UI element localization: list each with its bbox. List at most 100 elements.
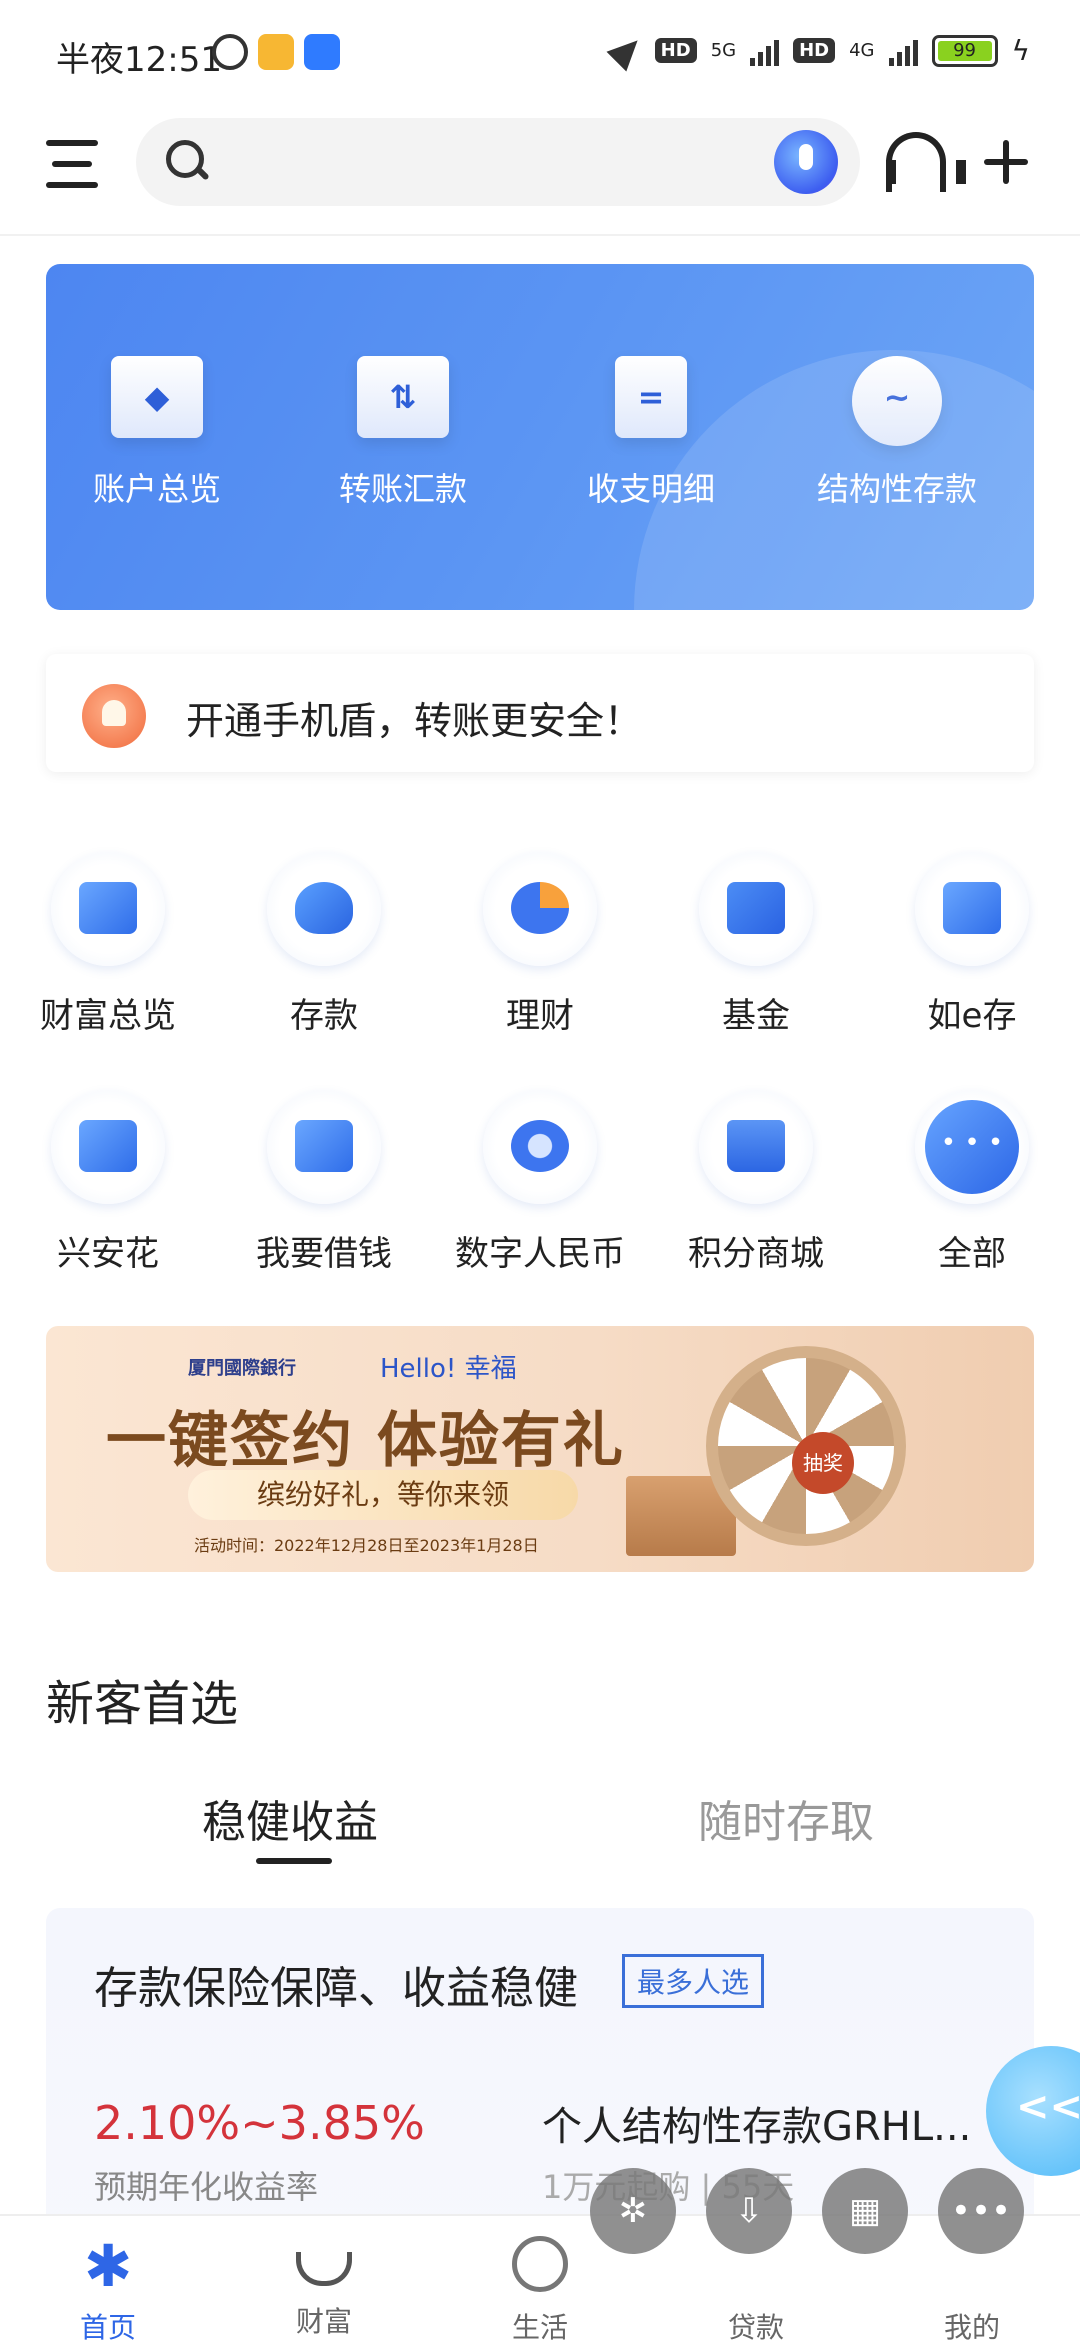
hd-badge-2: HD	[793, 38, 836, 63]
tab-steady-returns[interactable]: 稳健收益	[202, 1786, 378, 1850]
service-wealth-management[interactable]: 理财	[440, 852, 640, 1037]
service-all[interactable]: 全部	[872, 1090, 1072, 1275]
top-header	[0, 110, 1080, 236]
service-digital-rmb[interactable]: 数字人民币	[440, 1090, 640, 1275]
network-type-4g: 4G	[849, 40, 875, 61]
hd-badge: HD	[654, 38, 697, 63]
rate-label: 预期年化收益率	[94, 2168, 319, 2206]
service-label: 积分商城	[688, 1234, 824, 1274]
nav-home[interactable]: 首页	[48, 2232, 168, 2340]
quick-action-label: 结构性存款	[816, 470, 977, 508]
quick-action-label: 转账汇款	[338, 470, 467, 508]
notes-app-icon	[258, 34, 294, 70]
service-deposit[interactable]: 存款	[224, 852, 424, 1037]
location-icon	[606, 29, 648, 72]
notice-text: 开通手机盾，转账更安全！	[186, 699, 643, 743]
wallet-icon: ◆	[111, 356, 203, 438]
document-icon	[51, 1090, 165, 1204]
service-label: 兴安花	[57, 1234, 159, 1274]
product-name: 个人结构性存款GRHL...	[542, 2104, 972, 2150]
promo-date: 活动时间：2022年12月28日至2023年1月28日	[194, 1536, 539, 1555]
service-rue-deposit[interactable]: 如e存	[872, 852, 1072, 1037]
statement-icon: =	[615, 356, 687, 438]
nav-wealth[interactable]: 财富	[264, 2236, 384, 2340]
search-icon	[166, 140, 206, 180]
charging-icon: ϟ	[1011, 34, 1030, 67]
quick-action-structured-deposit[interactable]: ~ 结构性存款	[792, 356, 1002, 510]
promo-title: 一键签约 体验有礼	[106, 1406, 625, 1476]
quick-actions-banner: ◆ 账户总览 ⇅ 转账汇款 = 收支明细 ~ 结构性存款	[46, 264, 1034, 610]
service-wealth-overview[interactable]: 财富总览	[8, 852, 208, 1037]
bank-logo-text: 厦門國際銀行	[188, 1358, 296, 1379]
quick-action-statement[interactable]: = 收支明细	[546, 356, 756, 510]
status-bar: 半夜12:51 HD 5G HD 4G 99 ϟ	[0, 0, 1080, 110]
puzzle-icon	[915, 852, 1029, 966]
product-headline: 存款保险保障、收益稳健	[94, 1963, 578, 2014]
security-notice[interactable]: 开通手机盾，转账更安全！	[46, 654, 1034, 772]
home-icon	[80, 2232, 136, 2300]
add-icon[interactable]	[984, 140, 1028, 184]
promo-banner[interactable]: 厦門國際銀行 Hello! 幸福 一键签约 体验有礼 缤纷好礼，等你来领 活动时…	[46, 1326, 1034, 1572]
search-bar[interactable]	[136, 118, 860, 206]
download-icon[interactable]: ⇩	[706, 2168, 792, 2254]
customer-service-icon[interactable]	[886, 132, 966, 192]
transfer-icon: ⇅	[357, 356, 449, 438]
service-label: 我要借钱	[256, 1234, 392, 1274]
status-system-icons: HD 5G HD 4G 99 ϟ	[606, 29, 1030, 72]
service-xinganhua[interactable]: 兴安花	[8, 1090, 208, 1275]
network-type-5g: 5G	[710, 40, 737, 61]
search-input[interactable]	[226, 138, 766, 186]
more-icon	[915, 1090, 1029, 1204]
lottery-center-label: 抽奖	[792, 1432, 854, 1494]
battery-icon: 99	[931, 34, 998, 67]
nav-label: 财富	[295, 2305, 352, 2338]
nav-label: 生活	[511, 2311, 568, 2340]
quick-action-transfer[interactable]: ⇅ 转账汇款	[298, 356, 508, 510]
section-title: 新客首选	[46, 1676, 239, 1732]
bell-icon	[82, 684, 146, 748]
grid-icon[interactable]: ▦	[822, 2168, 908, 2254]
loan-icon	[267, 1090, 381, 1204]
wave-icon: ~	[852, 356, 942, 446]
quick-action-label: 收支明细	[586, 470, 715, 508]
life-icon	[512, 2236, 568, 2292]
service-borrow[interactable]: 我要借钱	[224, 1090, 424, 1275]
service-label: 财富总览	[40, 996, 176, 1036]
battery-level: 99	[937, 40, 992, 61]
nav-label: 首页	[79, 2311, 136, 2340]
pie-chart-icon	[483, 852, 597, 966]
messenger-app-icon	[304, 34, 340, 70]
digital-rmb-icon	[483, 1090, 597, 1204]
quick-action-account-overview[interactable]: ◆ 账户总览	[52, 356, 262, 510]
service-label: 基金	[722, 996, 790, 1036]
status-notification-icons	[212, 34, 340, 70]
menu-button[interactable]	[46, 138, 98, 190]
ingot-icon	[296, 2252, 352, 2286]
service-fund[interactable]: 基金	[656, 852, 856, 1037]
expected-rate: 2.10%~3.85%	[94, 2096, 425, 2150]
signal-icon	[750, 36, 780, 66]
sparkle-icon[interactable]: ✲	[590, 2168, 676, 2254]
voice-assistant-icon[interactable]	[774, 130, 838, 194]
quick-action-label: 账户总览	[92, 470, 221, 508]
fund-chart-icon	[699, 852, 813, 966]
tab-flexible-access[interactable]: 随时存取	[698, 1786, 874, 1850]
service-label: 全部	[938, 1234, 1006, 1274]
status-time: 半夜12:51	[56, 40, 222, 80]
service-label: 数字人民币	[455, 1234, 625, 1274]
nav-life[interactable]: 生活	[480, 2236, 600, 2340]
promo-subtitle: 缤纷好礼，等你来领	[188, 1470, 578, 1520]
service-label: 理财	[506, 996, 574, 1036]
promo-hello-text: Hello! 幸福	[380, 1354, 517, 1384]
active-tab-indicator	[256, 1858, 332, 1864]
wealth-overview-icon	[51, 852, 165, 966]
piggy-bank-icon	[267, 852, 381, 966]
service-points-mall[interactable]: 积分商城	[656, 1090, 856, 1275]
chat-bot-icon[interactable]: •••	[938, 2168, 1024, 2254]
shopping-bag-icon	[699, 1090, 813, 1204]
service-label: 如e存	[927, 996, 1017, 1036]
nav-label: 我的	[943, 2311, 1000, 2340]
nav-label: 贷款	[727, 2311, 784, 2340]
alarm-icon	[212, 34, 248, 70]
service-label: 存款	[290, 996, 358, 1036]
